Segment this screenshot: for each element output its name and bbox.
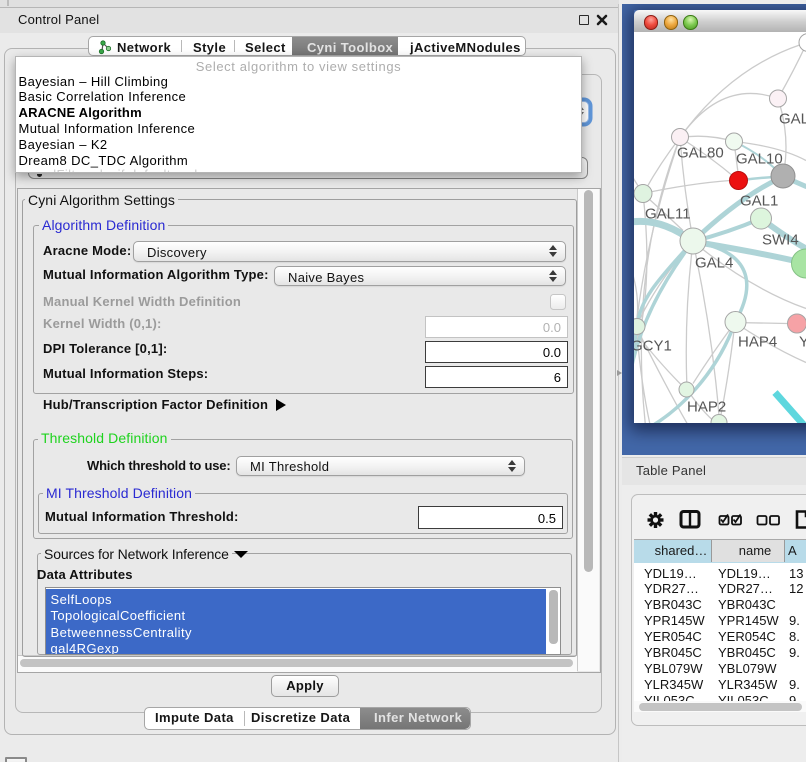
svg-text:GCY1: GCY1 [634, 337, 672, 354]
svg-text:GAL1: GAL1 [740, 192, 778, 209]
svg-text:GAL4: GAL4 [695, 254, 733, 271]
svg-text:HAP2: HAP2 [687, 398, 726, 415]
svg-text:GAL10: GAL10 [736, 150, 783, 167]
svg-text:SWI4: SWI4 [762, 231, 799, 248]
svg-text:GAL: GAL [779, 110, 806, 127]
svg-text:Y: Y [799, 333, 806, 350]
svg-text:GAL11: GAL11 [645, 205, 691, 222]
svg-text:GAL80: GAL80 [677, 144, 724, 161]
svg-text:HAP4: HAP4 [738, 333, 777, 350]
